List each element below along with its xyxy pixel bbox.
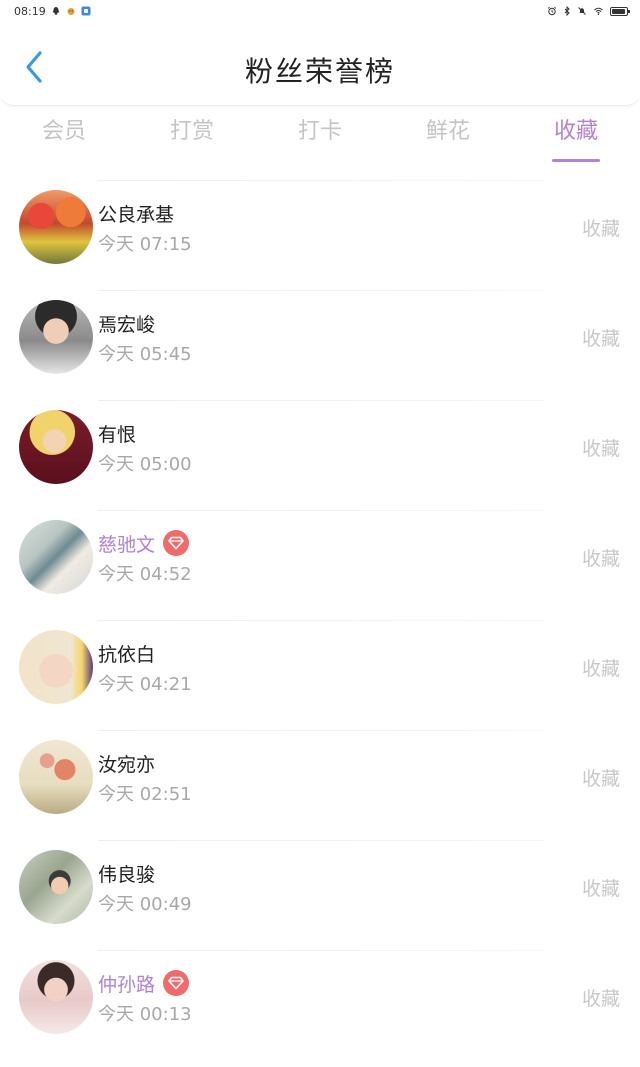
user-name: 汝宛亦 xyxy=(98,748,192,778)
list-item[interactable]: 仲孙路 今天 00:13 收藏 xyxy=(0,950,640,1060)
mute-bell-icon xyxy=(578,7,586,15)
page-header: 粉丝荣誉榜 xyxy=(0,22,640,106)
action-label: 收藏 xyxy=(581,218,620,240)
user-name-text: 焉宏峻 xyxy=(98,313,156,336)
user-name-text: 伟良骏 xyxy=(98,863,156,886)
vip-diamond-icon xyxy=(163,970,190,996)
user-name-text: 慈驰文 xyxy=(98,533,156,556)
clock: 08:19 xyxy=(14,4,46,18)
page-title: 粉丝荣誉榜 xyxy=(244,55,395,88)
status-bar-left: 08:19 xyxy=(14,5,91,18)
list-item[interactable]: 有恨 今天 05:00 收藏 xyxy=(0,400,640,510)
tab-label: 打卡 xyxy=(297,119,342,144)
action-label: 收藏 xyxy=(581,878,620,900)
timestamp: 今天 02:51 xyxy=(98,784,192,805)
item-meta: 汝宛亦 今天 02:51 xyxy=(98,748,192,806)
tab-label: 打赏 xyxy=(169,119,214,144)
user-name-text: 汝宛亦 xyxy=(98,753,156,776)
timestamp: 今天 00:49 xyxy=(98,894,192,915)
battery-icon xyxy=(610,6,630,16)
list-item[interactable]: 焉宏峻 今天 05:45 收藏 xyxy=(0,290,640,400)
timestamp: 今天 00:13 xyxy=(98,1004,192,1025)
item-meta: 伟良骏 今天 00:49 xyxy=(98,858,192,916)
action-label: 收藏 xyxy=(581,328,620,350)
tab-flowers[interactable]: 鲜花 xyxy=(384,108,512,164)
action-label: 收藏 xyxy=(581,438,620,460)
list-item[interactable]: 汝宛亦 今天 02:51 收藏 xyxy=(0,730,640,840)
item-meta: 抗依白 今天 04:21 xyxy=(98,638,192,696)
action-label: 收藏 xyxy=(581,768,620,790)
diamond-icon xyxy=(168,536,184,550)
list-item[interactable]: 公良承基 今天 07:15 收藏 xyxy=(0,180,640,290)
avatar[interactable] xyxy=(19,850,93,924)
action-label: 收藏 xyxy=(581,658,620,680)
timestamp: 今天 05:00 xyxy=(98,454,192,475)
user-name: 慈驰文 xyxy=(98,528,192,558)
status-bar-right xyxy=(547,6,630,16)
action-label: 收藏 xyxy=(581,988,620,1010)
tab-rewards[interactable]: 打赏 xyxy=(128,108,256,164)
alarm-icon xyxy=(547,6,557,16)
avatar[interactable] xyxy=(19,520,93,594)
tab-bar: 会员 打赏 打卡 鲜花 收藏 xyxy=(0,108,640,164)
app-notification-icon xyxy=(81,6,91,16)
user-name: 抗依白 xyxy=(98,638,192,668)
user-name: 公良承基 xyxy=(98,198,192,228)
item-meta: 慈驰文 今天 04:52 xyxy=(98,528,192,586)
tab-label: 收藏 xyxy=(553,119,598,144)
user-name: 仲孙路 xyxy=(98,968,192,998)
tab-members[interactable]: 会员 xyxy=(0,108,128,164)
tab-label: 鲜花 xyxy=(425,119,470,144)
item-meta: 仲孙路 今天 00:13 xyxy=(98,968,192,1026)
item-meta: 有恨 今天 05:00 xyxy=(98,418,192,476)
timestamp: 今天 07:15 xyxy=(98,234,192,255)
timestamp: 今天 05:45 xyxy=(98,344,192,365)
bluetooth-icon xyxy=(564,6,570,16)
item-meta: 焉宏峻 今天 05:45 xyxy=(98,308,192,366)
tab-label: 会员 xyxy=(41,119,86,144)
avatar[interactable] xyxy=(19,960,93,1034)
qq-icon xyxy=(52,7,59,15)
user-name: 有恨 xyxy=(98,418,192,448)
avatar[interactable] xyxy=(19,740,93,814)
list-item[interactable]: 抗依白 今天 04:21 收藏 xyxy=(0,620,640,730)
vip-diamond-icon xyxy=(163,530,190,556)
user-name-text: 仲孙路 xyxy=(98,973,156,996)
item-meta: 公良承基 今天 07:15 xyxy=(98,198,192,256)
user-name-text: 有恨 xyxy=(98,423,137,446)
list-item[interactable]: 伟良骏 今天 00:49 收藏 xyxy=(0,840,640,950)
user-name-text: 抗依白 xyxy=(98,643,156,666)
avatar[interactable] xyxy=(19,410,93,484)
tab-favorites[interactable]: 收藏 xyxy=(512,108,640,164)
tab-checkin[interactable]: 打卡 xyxy=(256,108,384,164)
diamond-icon xyxy=(168,976,184,990)
user-name-text: 公良承基 xyxy=(98,203,175,226)
status-bar: 08:19 xyxy=(0,0,640,22)
user-name: 焉宏峻 xyxy=(98,308,192,338)
avatar[interactable] xyxy=(19,190,93,264)
fan-list: 公良承基 今天 07:15 收藏 焉宏峻 今天 05:45 收藏 有恨 今天 0… xyxy=(0,180,640,1060)
timestamp: 今天 04:21 xyxy=(98,674,192,695)
tab-underline xyxy=(552,159,600,162)
wifi-icon xyxy=(594,7,603,16)
timestamp: 今天 04:52 xyxy=(98,564,192,585)
avatar[interactable] xyxy=(19,300,93,374)
pet-app-icon xyxy=(67,8,75,15)
user-name: 伟良骏 xyxy=(98,858,192,888)
action-label: 收藏 xyxy=(581,548,620,570)
list-item[interactable]: 慈驰文 今天 04:52 收藏 xyxy=(0,510,640,620)
avatar[interactable] xyxy=(19,630,93,704)
